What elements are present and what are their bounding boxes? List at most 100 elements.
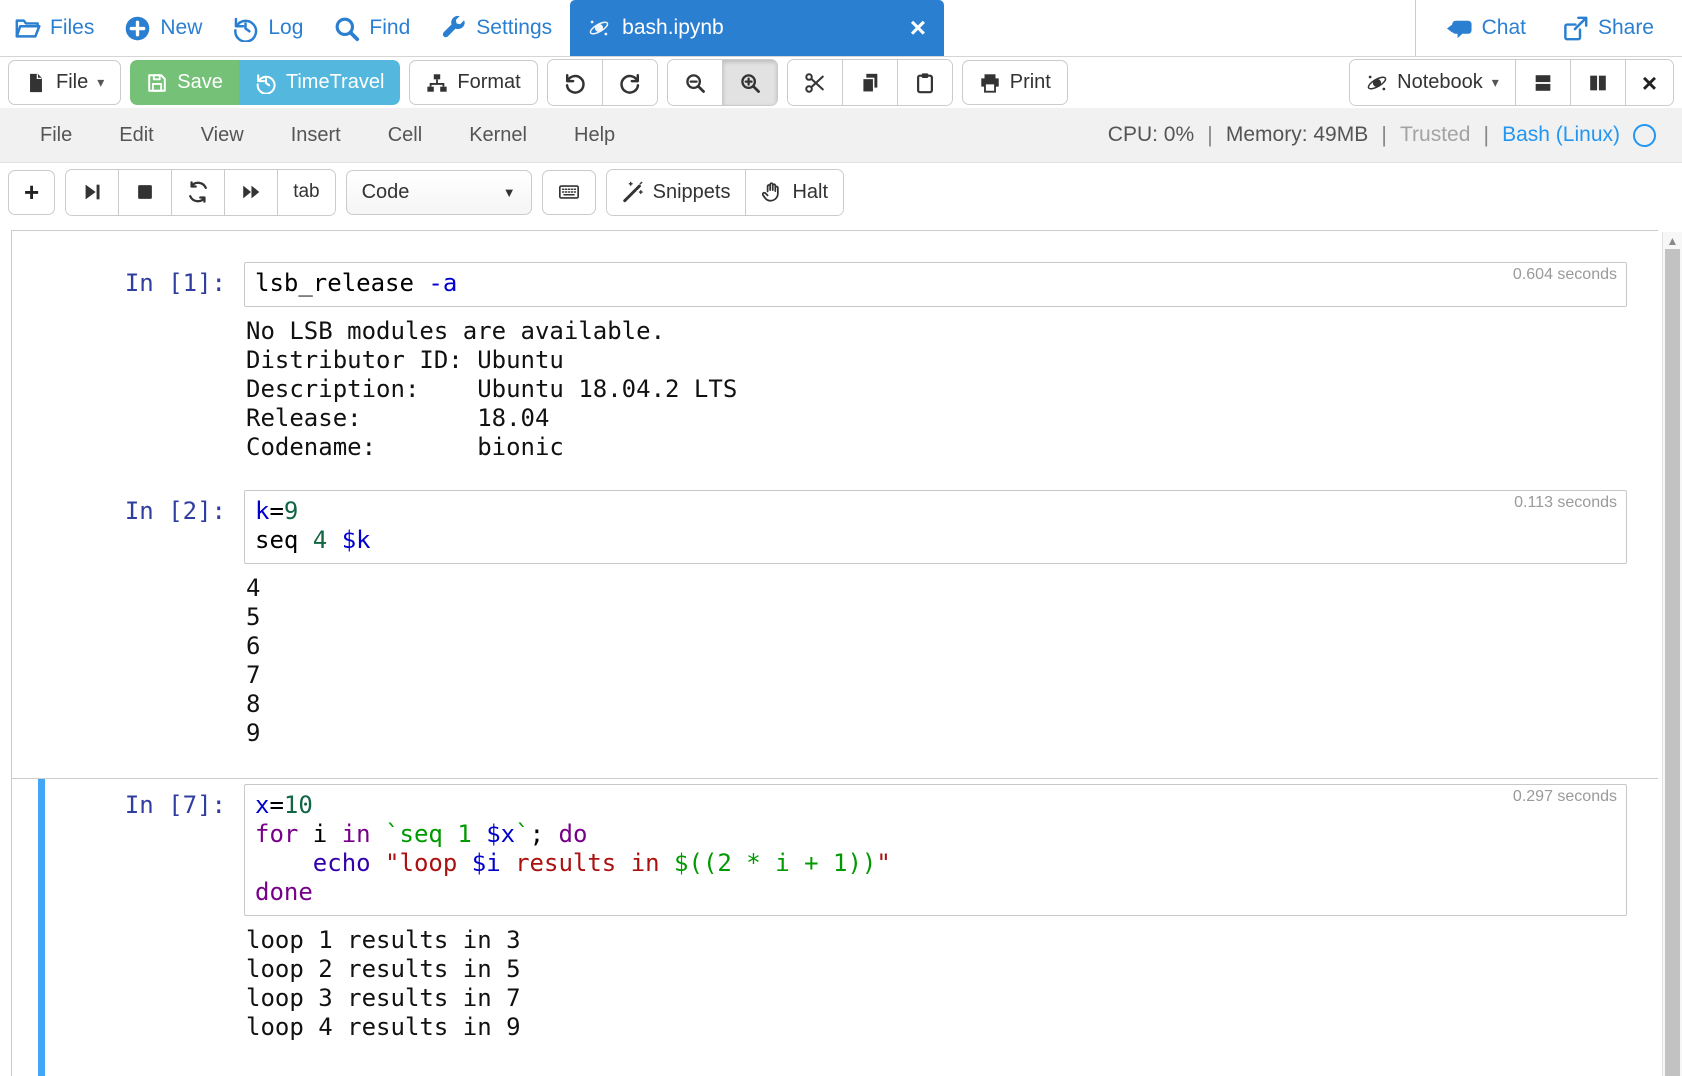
frame-controls-group: Notebook ▾ × bbox=[1349, 59, 1674, 106]
kernel-name[interactable]: Bash (Linux) bbox=[1502, 123, 1620, 147]
cell-main: 0.297 secondsx=10for i in `seq 1 $x`; do… bbox=[244, 784, 1627, 1042]
stop-button[interactable] bbox=[118, 170, 171, 215]
run-cell-button[interactable] bbox=[66, 170, 118, 215]
notebook-menus: File Edit View Insert Cell Kernel Help bbox=[40, 124, 615, 147]
cell-timing: 0.604 seconds bbox=[1513, 266, 1617, 284]
cell-code[interactable]: lsb_release -a bbox=[255, 269, 1616, 298]
format-label: Format bbox=[457, 71, 520, 94]
cut-button[interactable] bbox=[788, 60, 842, 105]
format-button[interactable]: Format bbox=[409, 60, 537, 105]
redo-button[interactable] bbox=[602, 60, 657, 105]
save-button[interactable]: Save bbox=[130, 60, 239, 105]
topbar-chat-button[interactable]: Chat bbox=[1446, 15, 1526, 42]
step-forward-icon bbox=[81, 181, 103, 203]
zoom-in-button[interactable] bbox=[722, 60, 777, 105]
cell-input[interactable]: 0.297 secondsx=10for i in `seq 1 $x`; do… bbox=[244, 784, 1627, 916]
status-bar: CPU: 0% | Memory: 49MB | Trusted | Bash … bbox=[1108, 122, 1656, 148]
topbar-files-button[interactable]: Files bbox=[14, 15, 94, 42]
plus-icon: + bbox=[24, 179, 39, 205]
zoom-out-button[interactable] bbox=[668, 60, 722, 105]
run-all-button[interactable] bbox=[224, 170, 277, 215]
topbar-chat-label: Chat bbox=[1482, 16, 1526, 40]
split-vertical-button[interactable] bbox=[1570, 60, 1625, 105]
keyboard-shortcuts-button[interactable] bbox=[542, 170, 596, 215]
print-label: Print bbox=[1010, 71, 1051, 94]
restart-kernel-button[interactable] bbox=[171, 170, 224, 215]
scrollbar-thumb[interactable] bbox=[1665, 249, 1680, 1076]
cell-main: 0.113 secondsk=9seq 4 $k 4 5 6 7 8 9 bbox=[244, 490, 1627, 748]
halt-label: Halt bbox=[792, 181, 828, 204]
menu-edit[interactable]: Edit bbox=[119, 124, 153, 147]
keyboard-icon bbox=[558, 181, 580, 203]
menu-help[interactable]: Help bbox=[574, 124, 615, 147]
menu-cell[interactable]: Cell bbox=[388, 124, 422, 147]
insert-cell-button[interactable]: + bbox=[8, 170, 55, 215]
topbar-log-button[interactable]: Log bbox=[232, 15, 303, 42]
cell-main: 0.604 secondslsb_release -a No LSB module… bbox=[244, 262, 1627, 462]
tab-button-label: tab bbox=[293, 181, 319, 203]
cell-input[interactable]: 0.604 secondslsb_release -a bbox=[244, 262, 1627, 307]
timetravel-label: TimeTravel bbox=[286, 71, 385, 94]
topbar-nav: Files New Log Find Settings bbox=[0, 0, 564, 56]
tab-complete-button[interactable]: tab bbox=[277, 170, 334, 215]
copy-button[interactable] bbox=[842, 60, 897, 105]
tab-close-icon[interactable]: × bbox=[910, 14, 926, 42]
frame-type-button[interactable]: Notebook ▾ bbox=[1350, 60, 1515, 105]
frame-type-label: Notebook bbox=[1397, 71, 1483, 94]
file-tab-bash-ipynb[interactable]: bash.ipynb × bbox=[570, 0, 944, 56]
save-timetravel-group: Save TimeTravel bbox=[130, 60, 400, 105]
caret-down-icon: ▾ bbox=[97, 74, 104, 91]
close-frame-button[interactable]: × bbox=[1625, 60, 1673, 105]
halt-button[interactable]: Halt bbox=[745, 170, 843, 215]
fast-forward-icon bbox=[240, 181, 262, 203]
topbar-share-label: Share bbox=[1598, 16, 1654, 40]
caret-down-icon: ▼ bbox=[503, 185, 516, 200]
topbar-log-label: Log bbox=[268, 16, 303, 40]
snippets-button[interactable]: Snippets bbox=[607, 170, 746, 215]
print-button[interactable]: Print bbox=[962, 60, 1068, 105]
cell-code[interactable]: k=9seq 4 $k bbox=[255, 497, 1616, 555]
save-label: Save bbox=[177, 71, 223, 94]
undo-button[interactable] bbox=[548, 60, 602, 105]
zoom-group bbox=[667, 59, 778, 106]
menu-file[interactable]: File bbox=[40, 124, 72, 147]
topbar-share-button[interactable]: Share bbox=[1562, 15, 1654, 42]
cell-type-value: Code bbox=[362, 181, 410, 204]
notebook-cell: In [2]:0.113 secondsk=9seq 4 $k4 5 6 7 8… bbox=[12, 490, 1658, 748]
clipboard-icon bbox=[914, 72, 936, 94]
cell-output: loop 1 results in 3 loop 2 results in 5 … bbox=[246, 926, 1627, 1042]
scroll-up-arrow-icon[interactable]: ▲ bbox=[1663, 232, 1682, 249]
topbar-new-label: New bbox=[160, 16, 202, 40]
topbar-settings-button[interactable]: Settings bbox=[440, 15, 552, 42]
paste-button[interactable] bbox=[897, 60, 952, 105]
cell-output: No LSB modules are available. Distributo… bbox=[246, 317, 1627, 462]
undo-icon bbox=[564, 72, 586, 94]
cell-input[interactable]: 0.113 secondsk=9seq 4 $k bbox=[244, 490, 1627, 564]
file-menu-button[interactable]: File ▾ bbox=[8, 60, 121, 105]
history-icon bbox=[232, 15, 259, 42]
cell-code[interactable]: x=10for i in `seq 1 $x`; do echo "loop $… bbox=[255, 791, 1616, 907]
topbar-find-button[interactable]: Find bbox=[333, 15, 410, 42]
status-divider: | bbox=[1483, 122, 1489, 148]
run-group: tab bbox=[65, 169, 335, 216]
cell-output: 4 5 6 7 8 9 bbox=[246, 574, 1627, 748]
cell-prompt: In [1]: bbox=[12, 262, 244, 462]
share-icon bbox=[1562, 15, 1589, 42]
printer-icon bbox=[979, 72, 1001, 94]
snippets-label: Snippets bbox=[653, 181, 731, 204]
vertical-scrollbar[interactable]: ▲ bbox=[1662, 232, 1682, 1076]
menu-view[interactable]: View bbox=[201, 124, 244, 147]
menu-kernel[interactable]: Kernel bbox=[469, 124, 527, 147]
cell-type-select[interactable]: Code ▼ bbox=[346, 170, 532, 215]
topbar: Files New Log Find Settings bash.ipynb × Cha… bbox=[0, 0, 1682, 57]
topbar-new-button[interactable]: New bbox=[124, 15, 202, 42]
menu-insert[interactable]: Insert bbox=[291, 124, 341, 147]
status-divider: | bbox=[1207, 122, 1213, 148]
save-icon bbox=[146, 72, 168, 94]
memory-status: Memory: 49MB bbox=[1226, 123, 1368, 147]
sitemap-icon bbox=[426, 72, 448, 94]
timetravel-button[interactable]: TimeTravel bbox=[239, 60, 401, 105]
cpu-status: CPU: 0% bbox=[1108, 123, 1194, 147]
split-horizontal-button[interactable] bbox=[1515, 60, 1570, 105]
copy-icon bbox=[859, 72, 881, 94]
